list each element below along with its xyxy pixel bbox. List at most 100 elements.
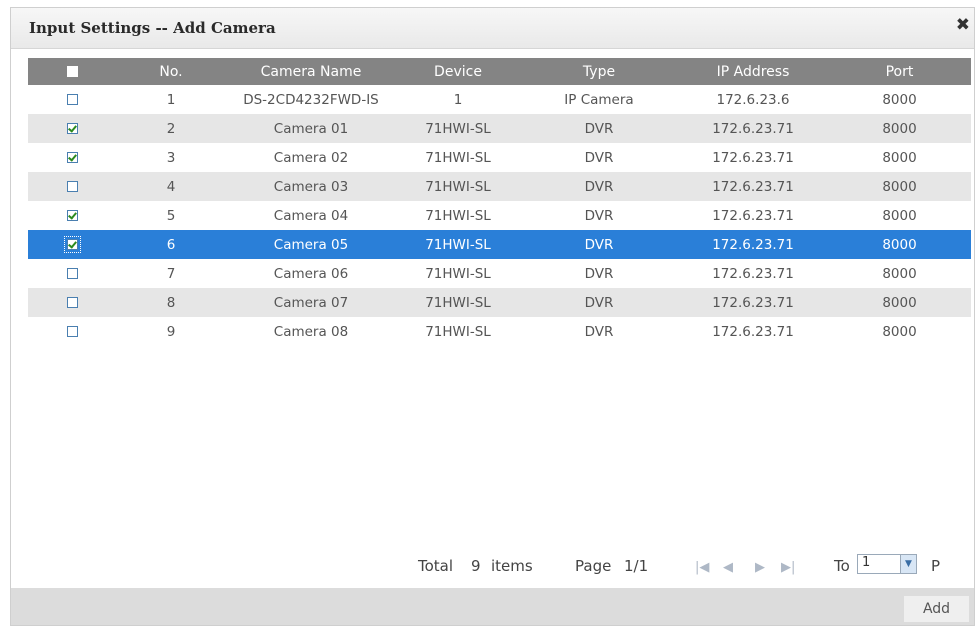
cell-type: DVR: [584, 207, 614, 224]
close-icon[interactable]: ✖: [956, 17, 970, 34]
cell-ip-address: 172.6.23.71: [712, 265, 794, 282]
items-label: items: [491, 557, 533, 575]
cell-device: 71HWI-SL: [425, 323, 491, 340]
col-header-no[interactable]: No.: [116, 58, 226, 85]
cell-ip-address: 172.6.23.71: [678, 230, 828, 259]
total-label: Total: [418, 557, 454, 575]
cell-device: 71HWI-SL: [425, 149, 491, 166]
cell-no: 3: [166, 149, 176, 166]
cell-device: 71HWI-SL: [396, 230, 520, 259]
to-label: To: [834, 557, 850, 575]
row-checkbox[interactable]: [66, 326, 78, 337]
row-checkbox[interactable]: [66, 268, 78, 279]
table-row[interactable]: 3 Camera 02 71HWI-SL DVR 172.6.23.71 8000: [28, 143, 971, 172]
table-row[interactable]: 6 Camera 05 71HWI-SL DVR 172.6.23.71 8000: [28, 230, 971, 259]
cell-port: 8000: [882, 91, 917, 108]
page-select-value: 1: [862, 555, 871, 570]
table-row[interactable]: 2 Camera 01 71HWI-SL DVR 172.6.23.71 8000: [28, 114, 971, 143]
cell-type: DVR: [520, 230, 678, 259]
table-row[interactable]: 7 Camera 06 71HWI-SL DVR 172.6.23.71 8000: [28, 259, 971, 288]
table-row[interactable]: 4 Camera 03 71HWI-SL DVR 172.6.23.71 8000: [28, 172, 971, 201]
first-page-icon[interactable]: |◀: [695, 560, 709, 575]
cell-port: 8000: [828, 172, 971, 201]
cell-ip-address: 172.6.23.6: [716, 91, 790, 108]
prev-page-icon[interactable]: ◀: [723, 560, 733, 575]
camera-table: No. Camera Name Device Type IP Address P…: [28, 58, 971, 346]
row-checkbox-cell: [28, 114, 116, 143]
next-page-icon[interactable]: ▶: [755, 560, 765, 575]
cell-type: DVR: [584, 323, 614, 340]
cell-type: DVR: [520, 172, 678, 201]
cell-device: 1: [453, 91, 463, 108]
table-row[interactable]: 8 Camera 07 71HWI-SL DVR 172.6.23.71 8000: [28, 288, 971, 317]
col-header-port[interactable]: Port: [828, 58, 971, 85]
row-checkbox[interactable]: [66, 152, 78, 163]
cell-no: 4: [116, 172, 226, 201]
cell-camera-name: Camera 05: [226, 230, 396, 259]
cell-device: 71HWI-SL: [396, 172, 520, 201]
row-checkbox[interactable]: [66, 210, 78, 221]
row-checkbox[interactable]: [66, 94, 78, 105]
last-page-icon[interactable]: ▶|: [781, 560, 795, 575]
col-header-camera-name[interactable]: Camera Name: [226, 58, 396, 85]
cell-type: DVR: [520, 288, 678, 317]
page-select[interactable]: 1 ▼: [857, 554, 917, 574]
table-row[interactable]: 1 DS-2CD4232FWD-IS 1 IP Camera 172.6.23.6 800…: [28, 85, 971, 114]
dialog-title: Input Settings -- Add Camera: [29, 19, 276, 37]
cell-port: 8000: [828, 114, 971, 143]
add-button[interactable]: Add: [903, 595, 970, 623]
cell-camera-name: Camera 02: [273, 149, 349, 166]
row-checkbox[interactable]: [66, 123, 78, 134]
cell-no: 2: [116, 114, 226, 143]
cell-camera-name: Camera 04: [273, 207, 349, 224]
cell-ip-address: 172.6.23.71: [678, 172, 828, 201]
row-checkbox[interactable]: [63, 236, 81, 253]
cell-no: 7: [166, 265, 176, 282]
row-checkbox[interactable]: [66, 181, 78, 192]
col-header-type[interactable]: Type: [520, 58, 678, 85]
cell-no: 9: [166, 323, 176, 340]
cell-camera-name: Camera 07: [226, 288, 396, 317]
page-label: Page: [575, 557, 612, 575]
dialog-titlebar: Input Settings -- Add Camera ✖: [11, 8, 974, 49]
cell-device: 71HWI-SL: [396, 288, 520, 317]
table-row[interactable]: 5 Camera 04 71HWI-SL DVR 172.6.23.71 8000: [28, 201, 971, 230]
cell-no: 8: [116, 288, 226, 317]
row-checkbox-cell: [28, 230, 116, 259]
row-checkbox-cell: [28, 317, 116, 346]
cell-port: 8000: [828, 288, 971, 317]
cell-ip-address: 172.6.23.71: [712, 149, 794, 166]
cell-camera-name: DS-2CD4232FWD-IS: [243, 91, 379, 108]
cell-type: DVR: [520, 114, 678, 143]
col-header-ip-address[interactable]: IP Address: [678, 58, 828, 85]
cell-device: 71HWI-SL: [425, 265, 491, 282]
cell-no: 1: [166, 91, 176, 108]
cell-device: 71HWI-SL: [425, 207, 491, 224]
add-camera-dialog: Input Settings -- Add Camera ✖ No. Camer…: [10, 7, 975, 626]
cell-port: 8000: [882, 207, 917, 224]
row-checkbox-cell: [28, 143, 116, 172]
cell-device: 71HWI-SL: [396, 114, 520, 143]
col-header-device[interactable]: Device: [396, 58, 520, 85]
select-all-checkbox[interactable]: [66, 66, 78, 77]
cell-type: DVR: [584, 149, 614, 166]
cell-camera-name: Camera 01: [226, 114, 396, 143]
total-count: 9: [471, 557, 481, 575]
table-row[interactable]: 9 Camera 08 71HWI-SL DVR 172.6.23.71 8000: [28, 317, 971, 346]
row-checkbox-cell: [28, 172, 116, 201]
row-checkbox-cell: [28, 85, 116, 114]
cell-type: IP Camera: [564, 91, 634, 108]
select-all-cell: [28, 58, 116, 85]
row-checkbox-cell: [28, 259, 116, 288]
row-checkbox[interactable]: [66, 297, 78, 308]
row-checkbox-cell: [28, 201, 116, 230]
table-header-row: No. Camera Name Device Type IP Address P…: [28, 58, 971, 85]
cell-camera-name: Camera 08: [273, 323, 349, 340]
page-value: 1/1: [624, 557, 649, 575]
cell-camera-name: Camera 06: [273, 265, 349, 282]
cell-ip-address: 172.6.23.71: [712, 323, 794, 340]
chevron-down-icon[interactable]: ▼: [900, 555, 916, 573]
cell-type: DVR: [584, 265, 614, 282]
cell-port: 8000: [882, 265, 917, 282]
cell-camera-name: Camera 03: [226, 172, 396, 201]
